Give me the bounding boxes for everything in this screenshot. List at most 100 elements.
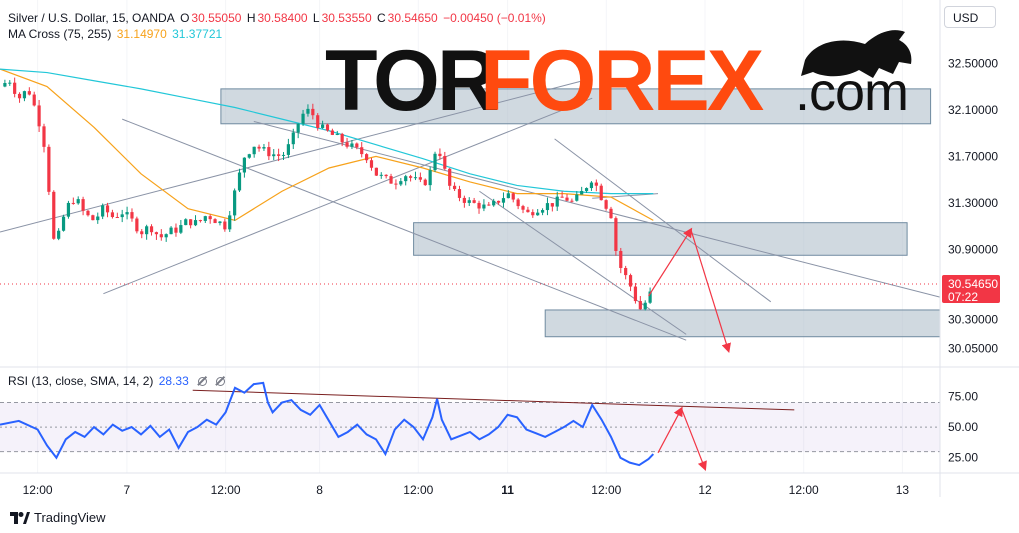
candle-body <box>233 190 237 216</box>
candle-body <box>17 93 22 99</box>
candle-body <box>208 216 212 220</box>
candle-body <box>536 212 540 216</box>
ma-legend[interactable]: MA Cross (75, 255) 31.14970 31.37721 <box>8 26 224 42</box>
rsi-legend[interactable]: RSI (13, close, SMA, 14, 2) 28.33 <box>8 373 227 389</box>
candle-body <box>506 193 510 199</box>
candle-body <box>154 232 159 235</box>
candle-body <box>360 147 364 155</box>
candle-body <box>164 234 168 238</box>
candle-body <box>467 200 471 203</box>
ma-title: MA Cross (75, 255) <box>8 27 112 41</box>
high-value: 30.58400 <box>257 11 308 25</box>
candle-body <box>130 212 134 219</box>
candle-body <box>604 200 608 209</box>
candle-body <box>526 209 530 213</box>
price-tick-label: 32.50000 <box>948 56 998 70</box>
candle-body <box>340 133 344 143</box>
candle-body <box>355 143 359 148</box>
hidden-eye-icon[interactable] <box>216 377 226 387</box>
candle-body <box>555 196 559 207</box>
rsi-axis[interactable]: 75.00 50.00 25.00 <box>948 389 978 464</box>
candle-body <box>448 168 452 186</box>
candle-body <box>531 212 535 216</box>
high-label: H <box>246 11 256 25</box>
candle-body <box>159 234 163 238</box>
candle-body <box>619 250 623 268</box>
logo-tor: TOR <box>325 33 498 120</box>
candle-body <box>125 212 129 215</box>
symbol-legend[interactable]: Silver / U.S. Dollar, 15, OANDA O 30.5505… <box>8 10 548 26</box>
tradingview-logo[interactable]: TradingView <box>10 510 106 525</box>
candle-body <box>198 220 203 222</box>
torforex-logo: TOR FOREX .com <box>325 30 912 120</box>
time-tick-label: 13 <box>896 483 910 497</box>
candle-body <box>96 216 100 221</box>
candle-body <box>408 176 413 178</box>
candle-body <box>384 174 388 177</box>
candle-body <box>149 226 154 233</box>
candle-body <box>584 188 589 191</box>
candle-body <box>145 226 149 235</box>
candle-body <box>614 218 618 251</box>
candle-body <box>66 202 71 217</box>
candle-body <box>462 197 466 203</box>
time-tick-label: 12 <box>698 483 712 497</box>
candle-body <box>550 203 554 207</box>
candle-body <box>296 123 300 133</box>
close-label: C <box>376 11 386 25</box>
ma-fast-value: 31.14970 <box>116 27 167 41</box>
candle-body <box>594 182 598 186</box>
candle-body <box>120 214 124 218</box>
rsi-tick-label: 75.00 <box>948 389 978 403</box>
candle-body <box>179 225 183 233</box>
price-tick-label: 32.10000 <box>948 103 998 117</box>
candle-body <box>379 174 383 176</box>
candle-body <box>560 196 564 198</box>
time-tick-label: 12:00 <box>23 483 53 497</box>
candle-body <box>277 154 281 156</box>
candle-body <box>3 83 7 87</box>
candle-body <box>257 146 261 149</box>
symbol-title: Silver / U.S. Dollar, 15, OANDA <box>8 11 175 25</box>
candle-body <box>365 154 369 161</box>
candle-body <box>472 200 476 203</box>
candle-body <box>174 227 178 233</box>
candle-body <box>438 153 442 157</box>
candle-body <box>189 219 193 226</box>
candle-body <box>267 147 271 157</box>
candle-body <box>203 216 207 221</box>
candle-body <box>140 231 144 235</box>
candle-body <box>457 189 462 198</box>
candle-body <box>540 210 545 213</box>
candle-body <box>350 143 354 147</box>
candle-body <box>418 177 422 180</box>
candle-body <box>237 172 242 191</box>
candle-body <box>487 204 491 206</box>
candle-body <box>516 199 520 207</box>
candle-body <box>545 203 550 211</box>
time-tick-label: 12:00 <box>591 483 621 497</box>
candle-body <box>638 301 642 310</box>
open-label: O <box>180 11 190 25</box>
tradingview-icon <box>10 511 30 524</box>
ma-slow-value: 31.37721 <box>172 27 223 41</box>
candle-body <box>272 154 276 157</box>
hidden-eye-icon[interactable] <box>198 377 208 387</box>
close-value: 30.54650 <box>387 11 438 25</box>
candle-body <box>213 219 217 224</box>
low-value: 30.53550 <box>321 11 372 25</box>
change-value: −0.00450 (−0.01%) <box>443 11 546 25</box>
currency-button[interactable]: USD <box>944 6 996 28</box>
candle-body <box>580 190 584 195</box>
rsi-value: 28.33 <box>158 374 189 388</box>
logo-forex: FOREX <box>480 33 764 120</box>
candle-body <box>624 267 628 276</box>
candle-body <box>496 200 501 203</box>
rsi-tick-label: 25.00 <box>948 451 978 465</box>
candle-body <box>399 181 403 185</box>
candle-body <box>325 124 330 131</box>
candle-body <box>335 133 339 135</box>
time-tick-label: 7 <box>124 483 131 497</box>
candle-body <box>22 91 27 99</box>
candle-body <box>57 230 61 239</box>
